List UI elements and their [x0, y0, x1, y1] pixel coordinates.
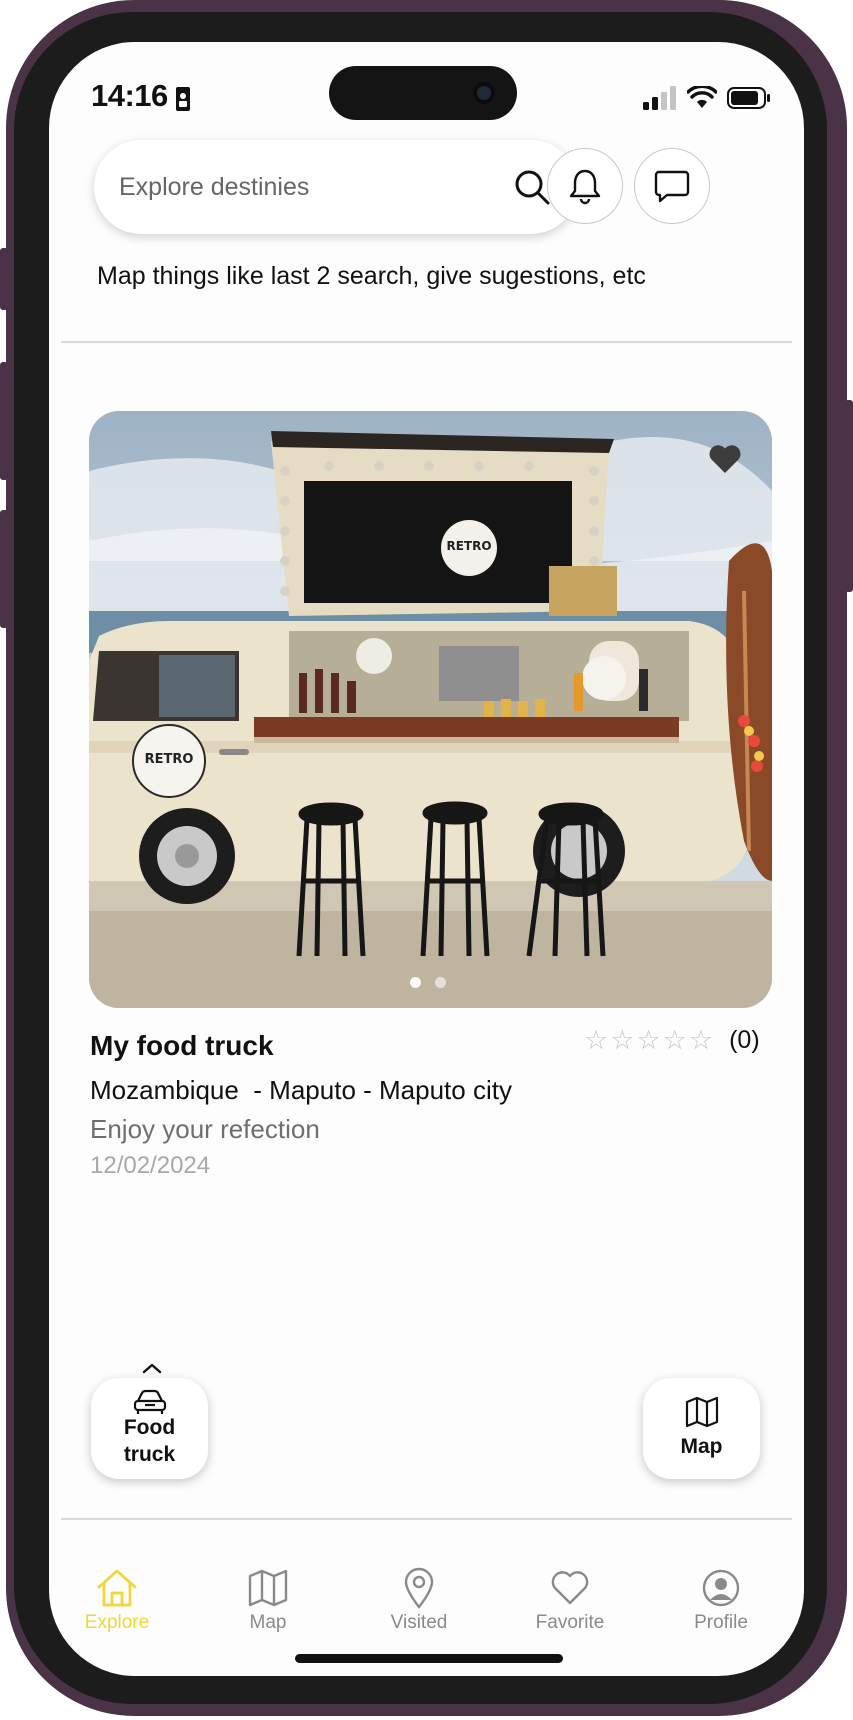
volume-up-button [0, 362, 8, 480]
search-bar[interactable]: Explore destinies [94, 140, 578, 234]
tab-explore[interactable]: Explore [57, 1564, 177, 1634]
category-label-line1: Food [123, 1416, 176, 1440]
status-time: 14:16 [91, 78, 168, 113]
sign-text-side: RETRO [145, 752, 194, 767]
home-icon [97, 1569, 137, 1607]
location-pin-icon [404, 1567, 434, 1609]
star-icon: ☆ [636, 1025, 661, 1055]
map-view-button[interactable]: Map [643, 1378, 760, 1479]
tab-profile-label: Profile [694, 1612, 748, 1633]
tab-map-label: Map [249, 1612, 287, 1633]
bottom-tab-bar: Explore Map Visited Favorite Profile [49, 1564, 804, 1654]
suggestions-hint: Map things like last 2 search, give suge… [97, 262, 646, 290]
listing-title[interactable]: My food truck [90, 1030, 274, 1062]
favorite-heart-icon[interactable] [708, 443, 742, 474]
sign-text-top: RETRO [446, 539, 491, 553]
star-icon: ☆ [688, 1025, 714, 1055]
carousel-indicator[interactable] [410, 977, 446, 988]
tab-explore-label: Explore [84, 1612, 150, 1633]
chevron-up-icon[interactable] [142, 1362, 162, 1374]
map-button-label: Map [680, 1435, 723, 1459]
listing-rating: ☆ ☆ ☆ ☆ ☆ (0) [584, 1026, 760, 1055]
signal-icon [643, 86, 676, 110]
tab-map[interactable]: Map [208, 1564, 328, 1634]
tab-visited[interactable]: Visited [359, 1564, 479, 1634]
map-icon [248, 1569, 288, 1607]
app-screen: 14:16 Explore destinies Map things like … [49, 42, 804, 1676]
messages-button[interactable] [634, 148, 710, 224]
home-indicator[interactable] [295, 1654, 563, 1663]
top-divider [61, 341, 792, 343]
rating-count: (0) [729, 1026, 760, 1054]
search-placeholder[interactable]: Explore destinies [119, 173, 512, 202]
wifi-icon [687, 86, 717, 108]
listing-location: Mozambique - Maputo - Maputo city [90, 1075, 512, 1105]
heart-icon [551, 1571, 589, 1605]
listing-image[interactable]: RETRO RETRO [89, 411, 772, 1008]
map-icon [685, 1397, 718, 1428]
battery-icon [727, 87, 770, 109]
search-icon[interactable] [512, 167, 552, 207]
bell-icon [569, 169, 601, 205]
listing-description: Enjoy your refection [90, 1114, 320, 1144]
tab-profile[interactable]: Profile [661, 1564, 781, 1634]
chat-icon [654, 170, 690, 203]
carousel-dot[interactable] [435, 977, 446, 988]
carousel-dot[interactable] [410, 977, 421, 988]
tab-favorite-label: Favorite [535, 1612, 605, 1633]
tab-favorite[interactable]: Favorite [510, 1564, 630, 1634]
orientation-lock-icon [176, 87, 190, 111]
category-filter-button[interactable]: Food truck [91, 1378, 208, 1479]
tab-bar-divider [61, 1518, 792, 1520]
camera-icon [473, 82, 495, 104]
volume-down-button [0, 510, 8, 628]
profile-icon [702, 1569, 740, 1607]
tab-visited-label: Visited [390, 1612, 448, 1633]
car-icon [133, 1390, 166, 1415]
food-truck-photo: RETRO RETRO [89, 411, 772, 1008]
listing-date: 12/02/2024 [90, 1152, 211, 1179]
star-icon: ☆ [662, 1025, 687, 1055]
status-indicators [643, 86, 771, 110]
dynamic-island [329, 66, 517, 120]
power-button [845, 400, 853, 592]
category-label-line2: truck [123, 1442, 176, 1466]
notifications-button[interactable] [547, 148, 623, 224]
action-button [0, 248, 8, 310]
rating-stars: ☆ ☆ ☆ ☆ ☆ [584, 1027, 713, 1054]
star-icon: ☆ [610, 1025, 635, 1055]
star-icon: ☆ [584, 1025, 609, 1055]
